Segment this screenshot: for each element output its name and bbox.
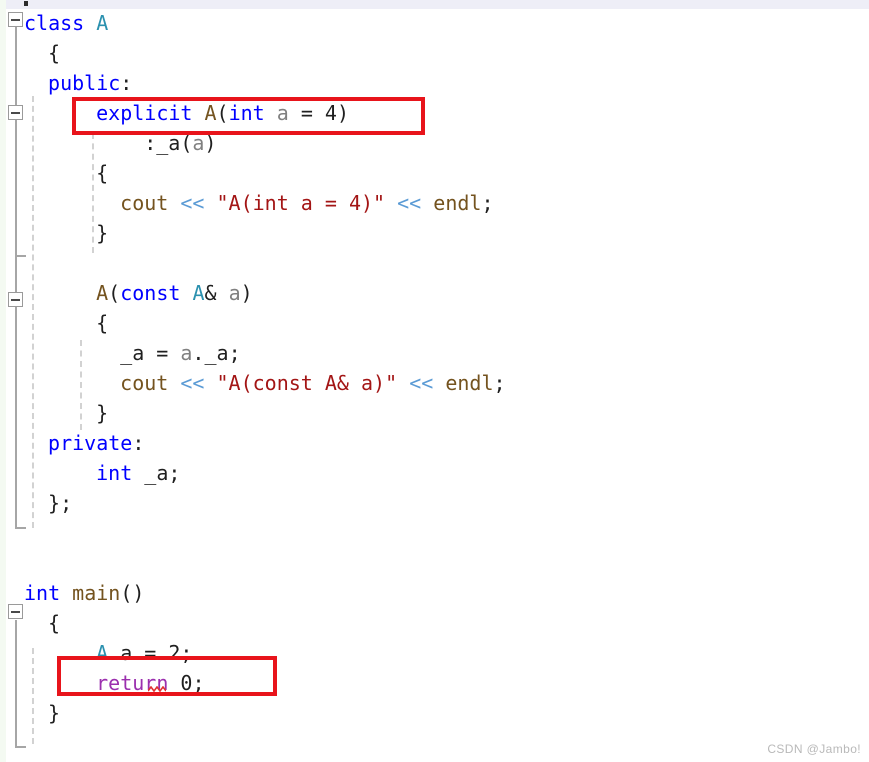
code-token: { xyxy=(48,611,61,635)
code-token: ( xyxy=(120,581,133,605)
code-token: A xyxy=(192,281,205,305)
code-token: : xyxy=(120,71,133,95)
code-token: << xyxy=(397,191,422,215)
code-token: _a xyxy=(120,341,145,365)
code-token: } xyxy=(96,221,109,245)
code-token: ; xyxy=(481,191,494,215)
code-token: ; xyxy=(228,341,241,365)
code-line[interactable]: { xyxy=(96,158,108,188)
code-line[interactable]: } xyxy=(96,398,108,428)
code-line[interactable]: _a = a._a; xyxy=(120,338,240,368)
code-token: main xyxy=(72,581,121,605)
code-token: } xyxy=(48,491,61,515)
code-token: ; xyxy=(493,371,506,395)
code-line[interactable]: private: xyxy=(48,428,144,458)
code-line[interactable]: public: xyxy=(48,68,132,98)
code-line[interactable]: class A xyxy=(24,8,108,38)
code-token: { xyxy=(96,161,109,185)
annotation-box-implicit-conversion xyxy=(57,656,277,696)
code-line[interactable]: { xyxy=(96,308,108,338)
code-token: _a xyxy=(204,341,229,365)
annotation-box-explicit-constructor xyxy=(72,97,425,135)
code-token: ; xyxy=(168,461,181,485)
code-token: . xyxy=(192,341,205,365)
code-token: << xyxy=(409,371,434,395)
code-line[interactable]: cout << "A(int a = 4)" << endl; xyxy=(120,188,493,218)
code-token: A xyxy=(96,11,109,35)
code-token: endl xyxy=(433,191,482,215)
code-token: << xyxy=(180,191,205,215)
code-token: } xyxy=(48,701,61,725)
code-token: const xyxy=(120,281,181,305)
csdn-watermark: CSDN @Jambo! xyxy=(767,742,861,756)
code-token: int xyxy=(96,461,133,485)
code-token: int xyxy=(24,581,61,605)
code-line[interactable]: }; xyxy=(48,488,72,518)
code-token: { xyxy=(48,41,61,65)
code-line[interactable]: A(const A& a) xyxy=(96,278,253,308)
code-token: A xyxy=(96,281,109,305)
error-squiggle-icon xyxy=(148,686,166,692)
code-token: private xyxy=(48,431,133,455)
code-token: public xyxy=(48,71,121,95)
code-token: ) xyxy=(132,581,145,605)
code-line[interactable]: { xyxy=(48,38,60,68)
code-token: endl xyxy=(445,371,494,395)
code-line[interactable]: } xyxy=(48,698,60,728)
code-token: "A(const A& a)" xyxy=(216,371,398,395)
code-token: cout xyxy=(120,371,169,395)
code-line[interactable]: { xyxy=(48,608,60,638)
code-token: & xyxy=(204,281,217,305)
code-token: { xyxy=(96,311,109,335)
code-token: a xyxy=(180,341,193,365)
code-token: ; xyxy=(60,491,73,515)
code-line[interactable]: int main() xyxy=(24,578,144,608)
code-line[interactable]: } xyxy=(96,218,108,248)
code-line[interactable]: cout << "A(const A& a)" << endl; xyxy=(120,368,505,398)
code-editor-view[interactable]: class A{public: explicit A(int a = 4):_a(… xyxy=(0,0,869,762)
code-token: ) xyxy=(240,281,253,305)
code-line[interactable]: int _a; xyxy=(96,458,180,488)
code-token: class xyxy=(24,11,85,35)
code-token: << xyxy=(180,371,205,395)
code-token: = xyxy=(144,341,181,365)
code-token: : xyxy=(132,431,145,455)
code-token: cout xyxy=(120,191,169,215)
code-token: "A(int a = 4)" xyxy=(216,191,386,215)
code-token: } xyxy=(96,401,109,425)
code-token: ( xyxy=(108,281,121,305)
code-token: _a xyxy=(144,461,169,485)
code-token: a xyxy=(228,281,241,305)
